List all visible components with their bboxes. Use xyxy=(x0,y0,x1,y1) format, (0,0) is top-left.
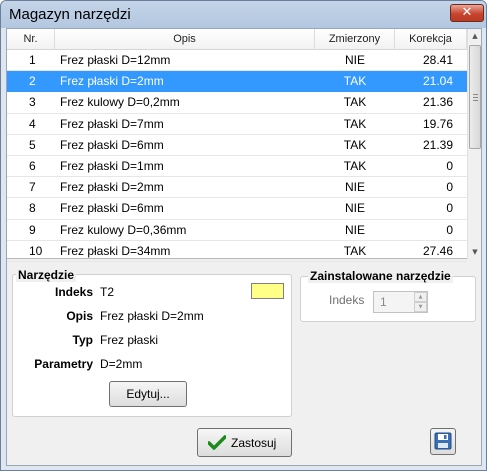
table-row[interactable]: 6 Frez płaski D=1mm TAK 0 xyxy=(7,156,467,178)
tool-group-title: Narzędzie xyxy=(16,268,77,282)
cell-nr: 10 xyxy=(29,243,43,258)
cell-zmierzony: TAK xyxy=(343,116,367,131)
cell-korekcja: 0 xyxy=(446,222,453,237)
cell-nr: 9 xyxy=(29,222,36,237)
cell-zmierzony: NIE xyxy=(344,180,365,195)
client-area: Nr. Opis Zmierzony Korekcja 1 Frez płaski… xyxy=(6,28,482,466)
table-row[interactable]: 4 Frez płaski D=7mm TAK 19.76 xyxy=(7,114,467,135)
cell-opis: Frez płaski D=2mm xyxy=(60,74,164,89)
cell-zmierzony: NIE xyxy=(344,222,365,237)
table-row[interactable]: 3 Frez kulowy D=0,2mm TAK 21.36 xyxy=(7,92,467,114)
cell-opis: Frez płaski D=34mm xyxy=(60,243,171,258)
table-row[interactable]: 2 Frez płaski D=2mm TAK 21.04 xyxy=(7,71,467,93)
cell-zmierzony: NIE xyxy=(344,201,365,216)
checkmark-icon xyxy=(208,435,226,450)
table-scrollbar[interactable]: ▲ ▼ xyxy=(467,29,481,259)
cell-zmierzony: TAK xyxy=(343,158,367,173)
scroll-up-icon[interactable]: ▲ xyxy=(469,29,481,43)
cell-opis: Frez kulowy D=0,2mm xyxy=(60,95,180,110)
indeks-value: T2 xyxy=(100,285,115,299)
tool-color-swatch[interactable] xyxy=(251,283,284,299)
table-row[interactable]: 1 Frez płaski D=12mm NIE 28.41 xyxy=(7,50,467,72)
apply-button[interactable]: Zastosuj xyxy=(197,428,292,457)
cell-opis: Frez płaski D=1mm xyxy=(60,158,164,173)
save-button[interactable] xyxy=(430,428,456,455)
edit-button[interactable]: Edytuj... xyxy=(109,381,187,407)
table-row[interactable]: 7 Frez płaski D=2mm NIE 0 xyxy=(7,177,467,199)
installed-indeks-label: Indeks xyxy=(329,293,365,307)
cell-opis: Frez kulowy D=0,36mm xyxy=(60,222,187,237)
cell-korekcja: 19.76 xyxy=(422,116,453,131)
cell-zmierzony: TAK xyxy=(343,74,367,89)
floppy-disk-icon xyxy=(434,432,452,450)
column-header-zmierzony[interactable]: Zmierzony xyxy=(315,29,395,50)
installed-indeks-spinner[interactable]: 1 ▲ ▼ xyxy=(373,291,428,313)
table-row[interactable]: 10 Frez płaski D=34mm TAK 27.46 xyxy=(7,241,467,262)
title-bar[interactable]: Magazyn narzędzi ✕ xyxy=(1,1,486,28)
cell-korekcja: 0 xyxy=(446,158,453,173)
indeks-label: Indeks xyxy=(54,285,93,299)
scroll-down-icon[interactable]: ▼ xyxy=(469,245,481,259)
opis-value: Frez płaski D=2mm xyxy=(100,309,204,323)
cell-korekcja: 21.39 xyxy=(422,137,453,152)
table-row[interactable]: 9 Frez kulowy D=0,36mm NIE 0 xyxy=(7,220,467,241)
cell-nr: 6 xyxy=(29,158,36,173)
cell-korekcja: 0 xyxy=(446,201,453,216)
parametry-value: D=2mm xyxy=(100,357,143,371)
apply-label: Zastosuj xyxy=(231,436,277,450)
parametry-label: Parametry xyxy=(34,357,93,371)
cell-nr: 3 xyxy=(29,95,36,110)
window-title: Magazyn narzędzi xyxy=(9,6,131,23)
table-header: Nr. Opis Zmierzony Korekcja xyxy=(7,29,467,50)
cell-korekcja: 28.41 xyxy=(422,53,453,67)
cell-opis: Frez płaski D=7mm xyxy=(60,116,164,131)
cell-nr: 8 xyxy=(29,201,36,216)
cell-nr: 2 xyxy=(29,74,36,89)
cell-zmierzony: TAK xyxy=(343,243,367,258)
typ-value: Frez płaski xyxy=(100,333,159,347)
tool-magazine-window: Magazyn narzędzi ✕ Nr. Opis Zmierzony Ko… xyxy=(0,0,487,471)
typ-label: Typ xyxy=(72,333,93,347)
cell-zmierzony: NIE xyxy=(344,53,365,67)
cell-opis: Frez płaski D=6mm xyxy=(60,137,164,152)
opis-label: Opis xyxy=(66,309,93,323)
scrollbar-thumb[interactable] xyxy=(469,45,481,149)
cell-nr: 7 xyxy=(29,180,36,195)
close-button[interactable]: ✕ xyxy=(450,4,484,22)
installed-indeks-value: 1 xyxy=(380,295,387,309)
table-row[interactable]: 5 Frez płaski D=6mm TAK 21.39 xyxy=(7,135,467,156)
spin-up-icon[interactable]: ▲ xyxy=(414,292,427,302)
cell-opis: Frez płaski D=12mm xyxy=(60,53,171,67)
cell-nr: 4 xyxy=(29,116,36,131)
installed-group-title: Zainstalowane narzędzie xyxy=(308,269,453,283)
table-row[interactable]: 8 Frez płaski D=6mm NIE 0 xyxy=(7,198,467,220)
cell-nr: 5 xyxy=(29,137,36,152)
column-header-nr[interactable]: Nr. xyxy=(7,29,55,50)
spin-down-icon[interactable]: ▼ xyxy=(414,302,427,312)
cell-korekcja: 21.04 xyxy=(422,74,453,89)
cell-zmierzony: TAK xyxy=(343,95,367,110)
column-header-opis[interactable]: Opis xyxy=(55,29,315,50)
cell-opis: Frez płaski D=2mm xyxy=(60,180,164,195)
cell-nr: 1 xyxy=(29,53,36,67)
column-header-korekcja[interactable]: Korekcja xyxy=(395,29,467,50)
cell-opis: Frez płaski D=6mm xyxy=(60,201,164,216)
cell-korekcja: 0 xyxy=(446,180,453,195)
tool-table: Nr. Opis Zmierzony Korekcja 1 Frez płaski… xyxy=(7,29,481,262)
table-body: 1 Frez płaski D=12mm NIE 28.41 2 Frez płaski … xyxy=(7,50,467,262)
cell-korekcja: 21.36 xyxy=(422,95,453,110)
cell-korekcja: 27.46 xyxy=(422,243,453,258)
cell-zmierzony: TAK xyxy=(343,137,367,152)
